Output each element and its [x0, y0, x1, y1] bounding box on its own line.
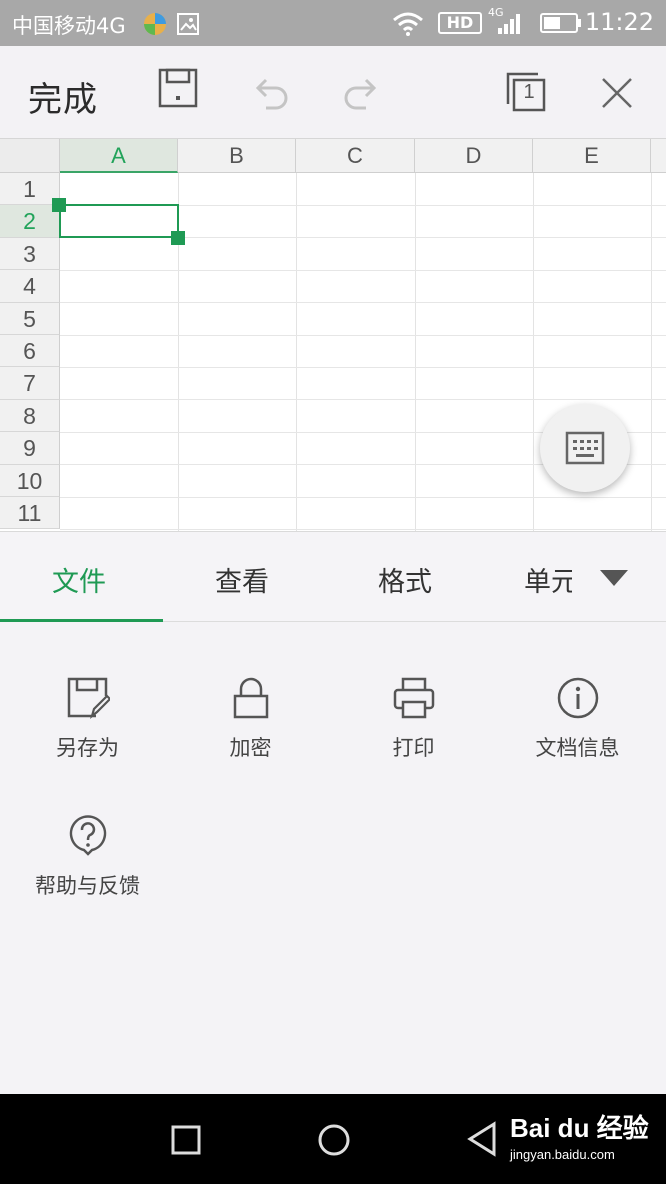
grid-line: [651, 173, 652, 531]
grid-line: [60, 335, 666, 336]
row-header-5[interactable]: 5: [0, 302, 60, 335]
select-all-corner[interactable]: [0, 139, 60, 173]
wifi-icon: [392, 12, 424, 40]
grid-line: [415, 173, 416, 531]
encrypt-button[interactable]: 加密: [169, 676, 332, 762]
printer-icon: [332, 676, 495, 720]
cell-selection[interactable]: [59, 204, 179, 238]
carrier-label: 中国移动4G: [12, 14, 126, 38]
column-header-a[interactable]: A: [60, 139, 178, 173]
row-header-7[interactable]: 7: [0, 367, 60, 400]
grid-line: [60, 529, 666, 530]
file-panel: 另存为 加密 打印 文档信息 帮助与反馈: [0, 622, 666, 1094]
hd-badge: HD: [438, 12, 482, 34]
action-label: 另存为: [56, 736, 119, 760]
grid-line: [296, 173, 297, 531]
row-header-4[interactable]: 4: [0, 270, 60, 303]
row-header-2[interactable]: 2: [0, 205, 60, 238]
save-as-button[interactable]: 另存为: [6, 676, 169, 762]
grid-line: [60, 497, 666, 498]
watermark-brand: Bai du 经验: [510, 1113, 649, 1143]
tab-format[interactable]: 格式: [378, 560, 432, 599]
row-header-10[interactable]: 10: [0, 464, 60, 497]
info-icon: [496, 676, 659, 720]
watermark: Bai du 经验 jingyan.baidu.com: [510, 1108, 649, 1162]
action-label: 加密: [229, 736, 272, 760]
save-icon[interactable]: [158, 68, 198, 112]
lock-icon: [169, 676, 332, 720]
row-header-6[interactable]: 6: [0, 335, 60, 368]
status-bar: 中国移动4G HD 4G 11:22: [0, 0, 666, 46]
selection-handle-start[interactable]: [52, 198, 66, 212]
app-notification-icon: [142, 11, 168, 41]
column-header-c[interactable]: C: [296, 139, 415, 173]
column-header-e[interactable]: E: [533, 139, 651, 173]
status-time: 11:22: [584, 8, 654, 36]
selection-handle-end[interactable]: [171, 231, 185, 245]
grid-line: [533, 173, 534, 531]
column-header-partial[interactable]: [651, 139, 666, 173]
document-info-button[interactable]: 文档信息: [496, 676, 659, 762]
redo-icon[interactable]: [342, 72, 382, 116]
home-icon[interactable]: [317, 1123, 351, 1161]
tab-cell[interactable]: 单元: [524, 560, 572, 596]
column-header-b[interactable]: B: [178, 139, 296, 173]
editor-toolbar: 完成 1: [0, 46, 666, 139]
tab-file[interactable]: 文件: [52, 560, 106, 599]
undo-icon[interactable]: [250, 72, 290, 116]
row-header-11[interactable]: 11: [0, 497, 60, 530]
help-feedback-button[interactable]: 帮助与反馈: [6, 814, 169, 900]
back-icon[interactable]: [466, 1121, 498, 1161]
row-header-9[interactable]: 9: [0, 432, 60, 465]
tabs-expand-icon[interactable]: [598, 568, 630, 592]
keyboard-toggle-button[interactable]: [540, 404, 630, 492]
sheet-count: 1: [523, 81, 535, 103]
action-label: 打印: [392, 736, 435, 760]
signal-icon: [496, 12, 524, 40]
grid-line: [60, 302, 666, 303]
row-header-3[interactable]: 3: [0, 237, 60, 271]
save-as-icon: [6, 676, 169, 720]
sheet-switch-icon[interactable]: 1: [506, 72, 546, 112]
print-button[interactable]: 打印: [332, 676, 495, 762]
grid-line: [60, 270, 666, 271]
done-button[interactable]: 完成: [28, 72, 98, 121]
ribbon-tabs: 文件 查看 格式 单元: [0, 531, 666, 623]
row-header-8[interactable]: 8: [0, 399, 60, 433]
battery-icon: [540, 13, 582, 37]
image-notification-icon: [176, 12, 200, 40]
close-icon[interactable]: [600, 76, 634, 114]
column-header-d[interactable]: D: [415, 139, 533, 173]
watermark-url: jingyan.baidu.com: [510, 1147, 615, 1162]
grid-line: [60, 399, 666, 400]
action-label: 文档信息: [535, 736, 620, 760]
grid-line: [60, 367, 666, 368]
row-header-1[interactable]: 1: [0, 173, 60, 206]
tab-view[interactable]: 查看: [215, 560, 269, 599]
help-icon: [6, 814, 169, 858]
recents-icon[interactable]: [171, 1125, 201, 1159]
action-label: 帮助与反馈: [35, 874, 140, 898]
